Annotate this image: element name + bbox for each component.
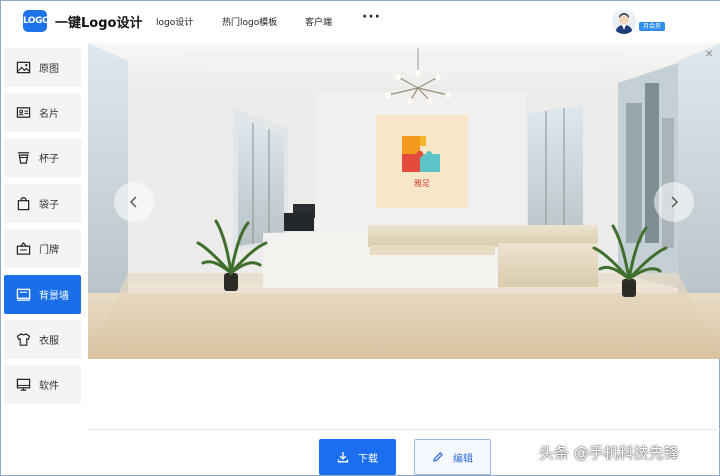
download-icon	[337, 452, 349, 463]
sidebar-item-label: 门牌	[39, 245, 59, 256]
logo-name-text: 雅足	[414, 179, 430, 188]
download-label: 下载	[358, 453, 378, 465]
sidebar-item-label: 背景墙	[39, 291, 69, 302]
nav-client[interactable]: 客户端	[305, 15, 332, 28]
sidebar-item-label: 软件	[39, 381, 59, 392]
footer-divider	[88, 429, 720, 430]
wall-icon	[16, 288, 31, 301]
brand-title[interactable]: 一键Logo设计	[55, 12, 142, 31]
image-icon	[16, 61, 31, 74]
edit-label: 编辑	[453, 453, 473, 465]
sidebar-item-label: 袋子	[39, 200, 59, 211]
edit-button[interactable]: 编辑	[414, 439, 491, 475]
more-menu-icon[interactable]: ···	[362, 9, 381, 25]
sidebar-item-bag[interactable]: 袋子	[4, 184, 81, 223]
prev-arrow-button[interactable]	[114, 182, 154, 222]
sidebar-item-original[interactable]: 原图	[4, 48, 81, 87]
app-window: LOGO 一键Logo设计 logo设计 热门logo模板 客户端 ··· 月会…	[0, 0, 720, 476]
next-arrow-button[interactable]	[654, 182, 694, 222]
nav-hot-templates[interactable]: 热门logo模板	[222, 15, 277, 28]
sidebar-item-background-wall[interactable]: 背景墙	[4, 275, 81, 314]
card-icon	[16, 107, 31, 118]
vip-badge: 月会员	[639, 22, 666, 31]
bag-icon	[17, 197, 30, 211]
chevron-left-icon	[129, 196, 137, 208]
top-bar: LOGO 一键Logo设计 logo设计 热门logo模板 客户端 ··· 月会…	[1, 1, 720, 43]
shirt-icon	[16, 333, 31, 346]
monitor-icon	[16, 378, 31, 391]
nav-logo-design[interactable]: logo设计	[156, 15, 193, 28]
app-logo[interactable]: LOGO	[23, 10, 50, 32]
sidebar-item-label: 原图	[39, 64, 59, 75]
pencil-icon	[433, 452, 443, 462]
sidebar-item-cup[interactable]: 杯子	[4, 138, 81, 177]
cup-icon	[17, 152, 30, 164]
user-avatar[interactable]	[612, 10, 636, 34]
sidebar-item-software[interactable]: 软件	[4, 365, 81, 404]
watermark-text: 头条 @手机科技先锋	[539, 444, 679, 462]
sidebar-item-label: 杯子	[39, 154, 59, 165]
download-button[interactable]: 下载	[319, 439, 396, 475]
chevron-right-icon	[671, 196, 679, 208]
sidebar-item-card[interactable]: 名片	[4, 93, 81, 132]
close-icon[interactable]: ✕	[705, 49, 713, 60]
sidebar-item-doorplate[interactable]: 门牌	[4, 229, 81, 268]
doorplate-icon	[16, 242, 31, 255]
sidebar-item-label: 名片	[39, 109, 59, 120]
sidebar-item-clothes[interactable]: 衣服	[4, 320, 81, 359]
mockup-preview-image: 雅足	[88, 43, 720, 359]
sidebar-item-label: 衣服	[39, 336, 59, 347]
